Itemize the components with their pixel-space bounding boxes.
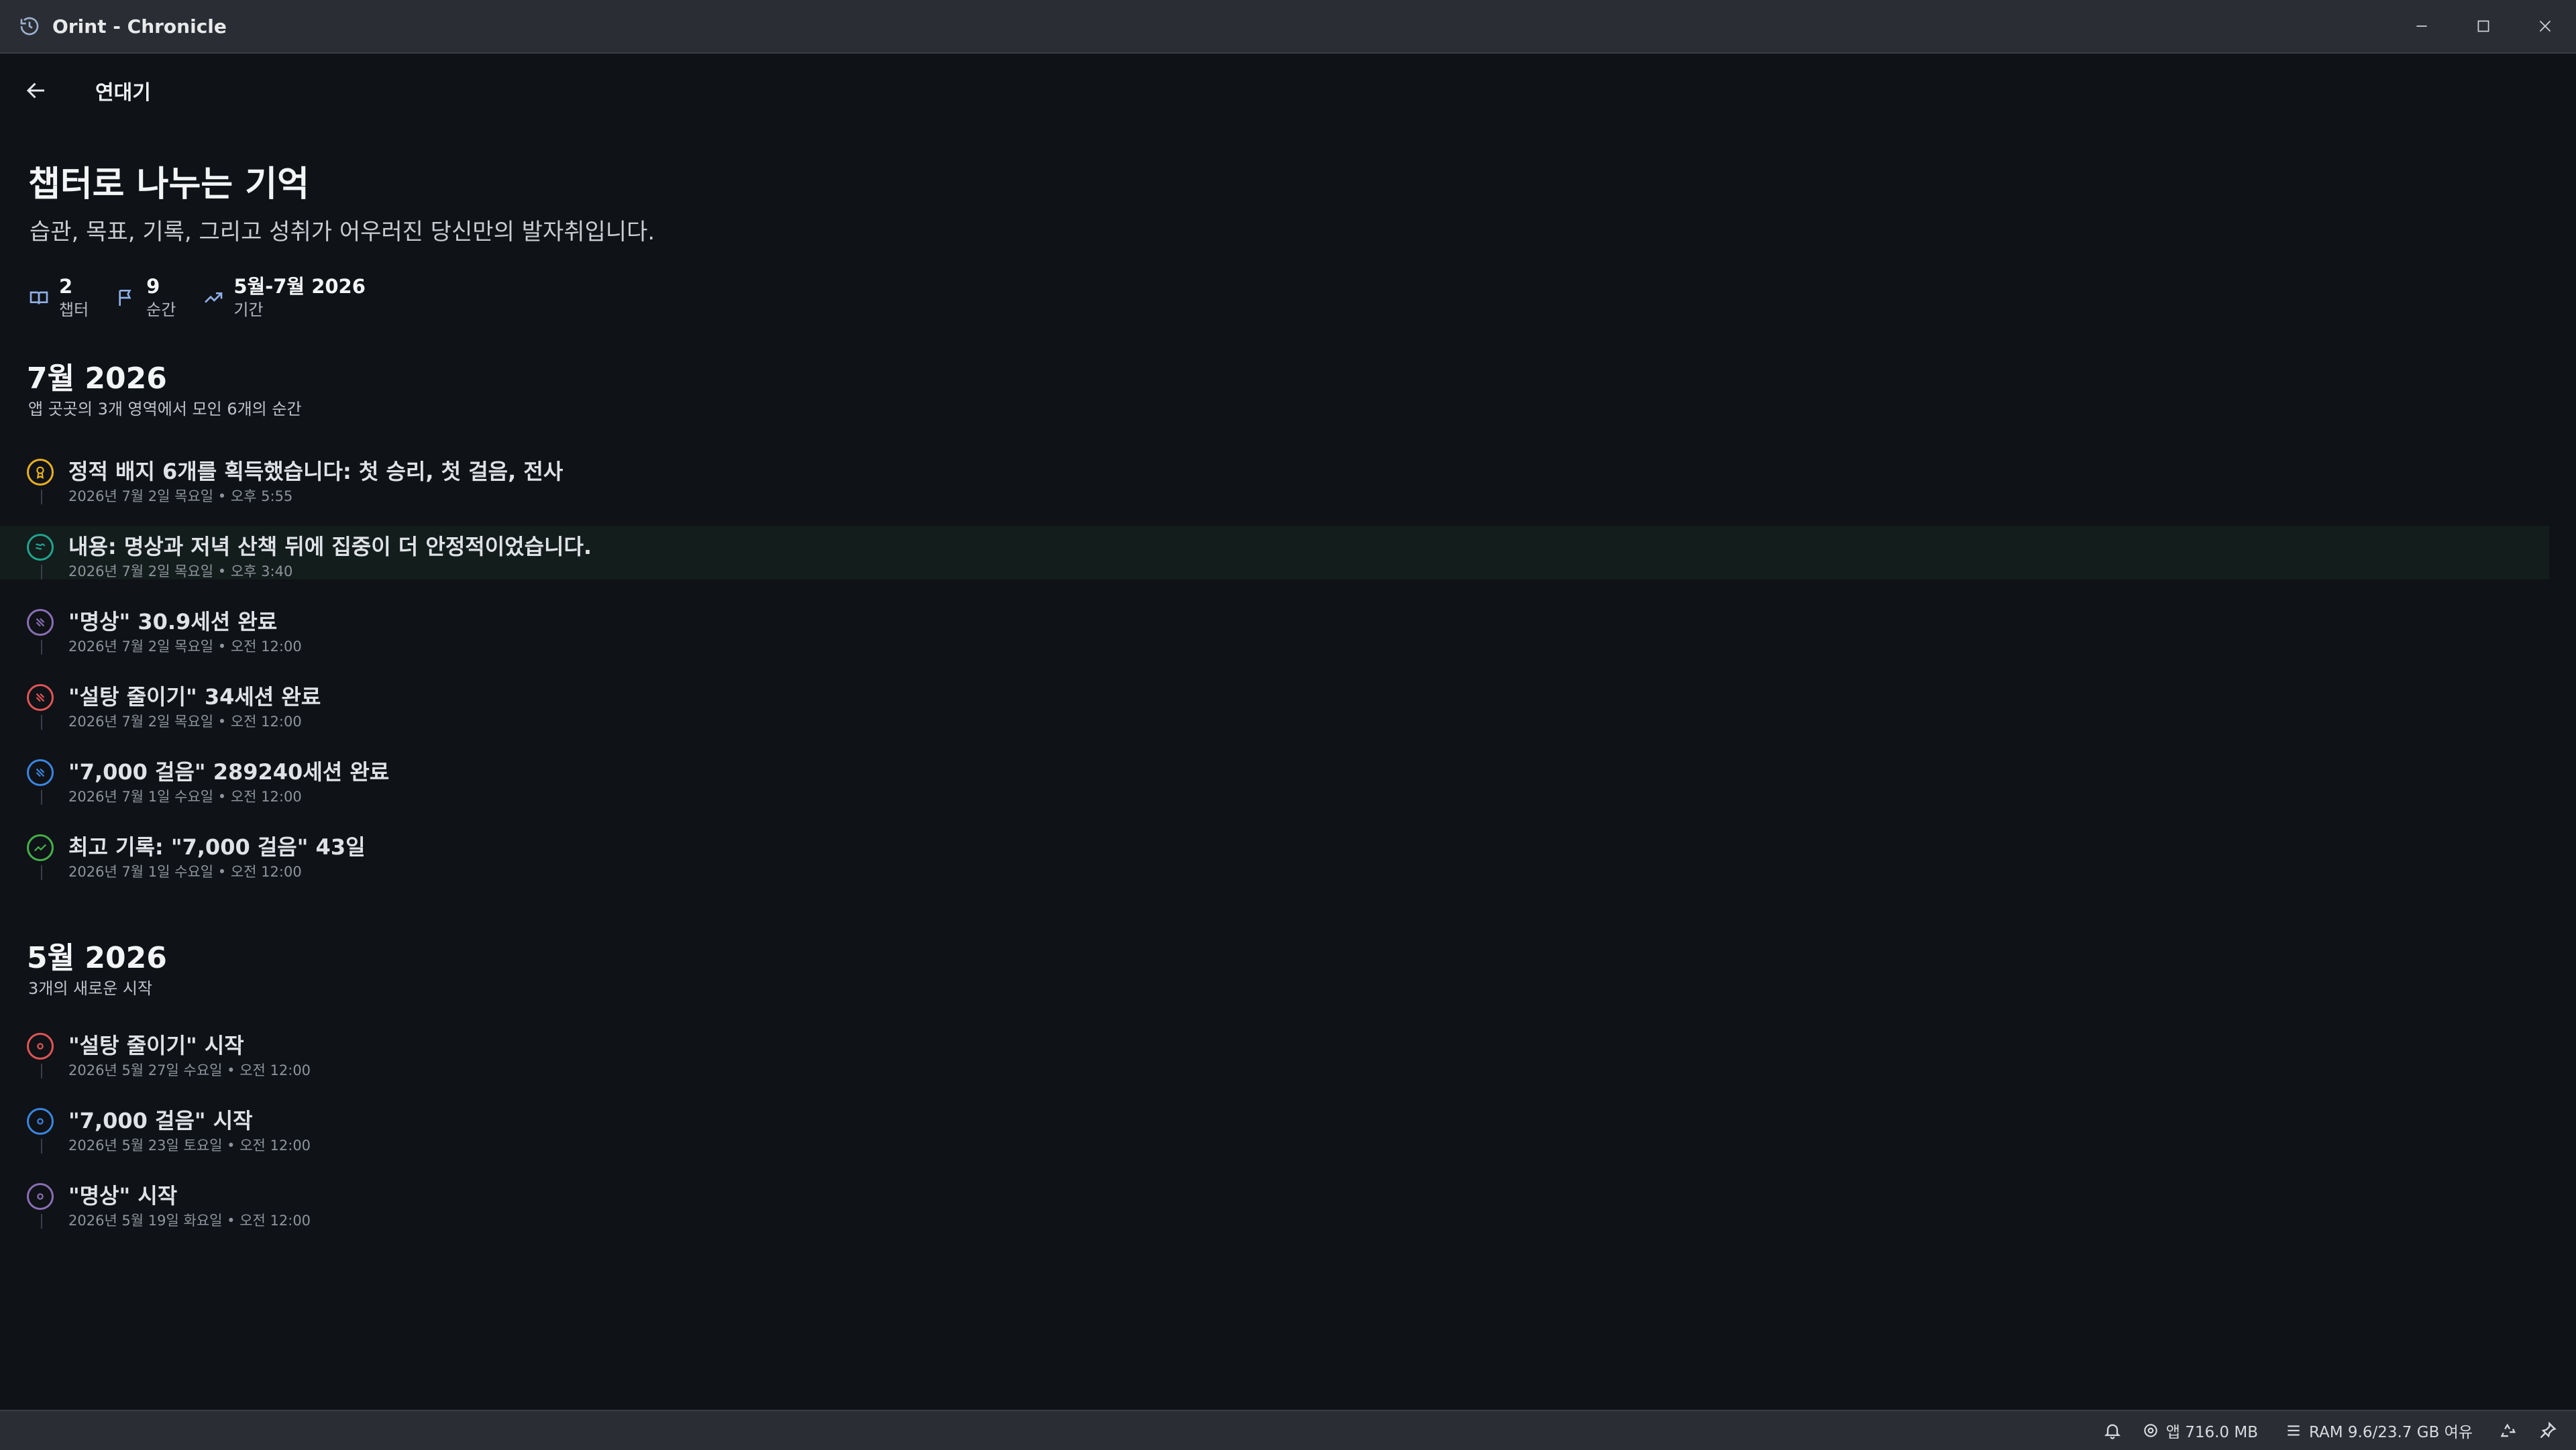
start-icon xyxy=(37,1193,44,1200)
title-bar: Orint - Chronicle xyxy=(0,0,2576,54)
recycle-button[interactable] xyxy=(2500,1421,2518,1440)
event-marker xyxy=(27,459,54,486)
timeline-event[interactable]: "7,000 걸음" 289240세션 완료 2026년 7월 1일 수요일 • … xyxy=(0,751,2549,805)
timeline-connector xyxy=(41,1139,42,1154)
stat-label: 기간 xyxy=(233,300,264,319)
event-timestamp: 2026년 5월 27일 수요일 • 오전 12:00 xyxy=(68,1062,311,1078)
page-title: 챕터로 나누는 기억 xyxy=(28,164,309,205)
close-button[interactable] xyxy=(2514,0,2576,52)
timeline-connector xyxy=(41,790,42,805)
memory-icon xyxy=(2288,1425,2300,1436)
timeline-event[interactable]: "명상" 시작 2026년 5월 19일 화요일 • 오전 12:00 xyxy=(0,1175,2549,1229)
trend-icon xyxy=(34,844,47,852)
stat-value: 2 xyxy=(59,275,73,298)
badge-icon xyxy=(36,466,44,480)
event-marker xyxy=(27,1033,54,1060)
ram-label: RAM 9.6/23.7 GB 여유 xyxy=(2308,1424,2473,1441)
event-timestamp: 2026년 7월 1일 수요일 • 오전 12:00 xyxy=(68,789,302,805)
event-title: 내용: 명상과 저녁 산책 뒤에 집중이 더 안정적이었습니다. xyxy=(68,534,592,559)
ram-indicator: RAM 9.6/23.7 GB 여유 xyxy=(2285,1419,2473,1442)
timeline-connector xyxy=(41,1214,42,1229)
event-title: "7,000 걸음" 289240세션 완료 xyxy=(68,759,390,785)
pin-button[interactable] xyxy=(2538,1421,2557,1440)
notifications-button[interactable] xyxy=(2103,1421,2122,1440)
app-header: 연대기 xyxy=(0,67,151,114)
trend-icon xyxy=(205,292,223,303)
stat-label: 순간 xyxy=(146,300,176,319)
event-marker xyxy=(27,609,54,636)
app-memory-indicator: 앱 716.0 MB xyxy=(2142,1419,2258,1442)
event-title: "설탕 줄이기" 34세션 완료 xyxy=(68,684,321,710)
event-timestamp: 2026년 7월 2일 목요일 • 오전 12:00 xyxy=(68,638,302,655)
section-subtitle: 앱 곳곳의 3개 영역에서 모인 6개의 순간 xyxy=(28,400,302,419)
stat-value: 5월-7월 2026 xyxy=(233,275,366,298)
stats-row: 2 챕터 9 순간 5월-7월 2026 기간 xyxy=(28,274,392,321)
session-icon xyxy=(36,618,45,627)
book-icon xyxy=(30,291,48,304)
stat-label: 챕터 xyxy=(59,300,89,319)
timeline-event[interactable]: "7,000 걸음" 시작 2026년 5월 23일 토요일 • 오전 12:00 xyxy=(0,1100,2549,1154)
history-icon xyxy=(20,17,39,36)
section-title: 7월 2026 xyxy=(27,361,167,396)
timeline-event[interactable]: "설탕 줄이기" 시작 2026년 5월 27일 수요일 • 오전 12:00 xyxy=(0,1025,2549,1078)
note-icon xyxy=(35,543,46,550)
timeline-connector xyxy=(41,490,42,504)
event-timestamp: 2026년 5월 23일 토요일 • 오전 12:00 xyxy=(68,1137,311,1154)
section-subtitle: 3개의 새로운 시작 xyxy=(28,979,153,998)
event-marker xyxy=(27,834,54,861)
timeline-event[interactable]: 최고 기록: "7,000 걸음" 43일 2026년 7월 1일 수요일 • 오… xyxy=(0,826,2549,880)
start-icon xyxy=(37,1043,44,1050)
event-title: "7,000 걸음" 시작 xyxy=(68,1108,253,1133)
timeline-connector xyxy=(41,565,42,579)
event-marker xyxy=(27,1183,54,1210)
minimize-button[interactable] xyxy=(2391,0,2453,52)
timeline-event[interactable]: 정적 배지 6개를 획득했습니다: 첫 승리, 첫 걸음, 전사 2026년 7월… xyxy=(0,451,2549,504)
session-icon xyxy=(36,693,45,702)
timeline-connector xyxy=(41,640,42,655)
stat-period: 5월-7월 2026 기간 xyxy=(203,274,366,321)
stat-value: 9 xyxy=(146,275,160,298)
page-subtitle: 습관, 목표, 기록, 그리고 성취가 어우러진 당신만의 발자취입니다. xyxy=(30,219,655,245)
pin-icon xyxy=(2540,1421,2557,1439)
maximize-icon xyxy=(2477,20,2489,32)
bell-icon xyxy=(2104,1424,2121,1439)
event-marker xyxy=(27,534,54,561)
section-title: 5월 2026 xyxy=(27,941,167,975)
minimize-icon xyxy=(2416,25,2427,27)
close-icon xyxy=(2539,20,2551,32)
app-memory-label: 앱 716.0 MB xyxy=(2165,1424,2258,1441)
event-timestamp: 2026년 5월 19일 화요일 • 오전 12:00 xyxy=(68,1213,311,1229)
timeline-event[interactable]: 내용: 명상과 저녁 산책 뒤에 집중이 더 안정적이었습니다. 2026년 7월… xyxy=(0,526,2549,579)
event-title: "설탕 줄이기" 시작 xyxy=(68,1033,244,1058)
event-marker xyxy=(27,759,54,786)
stat-moments: 9 순간 xyxy=(115,274,176,321)
chip-icon xyxy=(2143,1424,2157,1437)
timeline-connector xyxy=(41,1064,42,1078)
status-bar: 앱 716.0 MB RAM 9.6/23.7 GB 여유 xyxy=(0,1410,2576,1450)
session-icon xyxy=(36,768,45,777)
flag-icon xyxy=(119,290,131,306)
start-icon xyxy=(37,1118,44,1125)
event-timestamp: 2026년 7월 2일 목요일 • 오후 3:40 xyxy=(68,563,293,579)
arrow-left-icon xyxy=(26,82,44,99)
event-title: "명상" 시작 xyxy=(68,1183,178,1209)
event-marker xyxy=(27,684,54,711)
window-title: Orint - Chronicle xyxy=(52,15,227,38)
maximize-button[interactable] xyxy=(2453,0,2514,52)
event-marker xyxy=(27,1108,54,1135)
event-timestamp: 2026년 7월 1일 수요일 • 오전 12:00 xyxy=(68,864,302,880)
recycle-icon xyxy=(2500,1423,2516,1437)
back-button[interactable] xyxy=(16,70,56,111)
timeline-event[interactable]: "설탕 줄이기" 34세션 완료 2026년 7월 2일 목요일 • 오전 12:… xyxy=(0,676,2549,730)
event-title: 최고 기록: "7,000 걸음" 43일 xyxy=(68,834,366,860)
event-timestamp: 2026년 7월 2일 목요일 • 오전 12:00 xyxy=(68,714,302,730)
timeline-event[interactable]: "명상" 30.9세션 완료 2026년 7월 2일 목요일 • 오전 12:00 xyxy=(0,601,2549,655)
event-title: "명상" 30.9세션 완료 xyxy=(68,609,278,634)
timeline-connector xyxy=(41,865,42,880)
page-header-title: 연대기 xyxy=(95,81,151,105)
stat-chapters: 2 챕터 xyxy=(28,274,89,321)
timeline-connector xyxy=(41,715,42,730)
event-timestamp: 2026년 7월 2일 목요일 • 오후 5:55 xyxy=(68,488,293,504)
event-title: 정적 배지 6개를 획득했습니다: 첫 승리, 첫 걸음, 전사 xyxy=(68,459,564,484)
